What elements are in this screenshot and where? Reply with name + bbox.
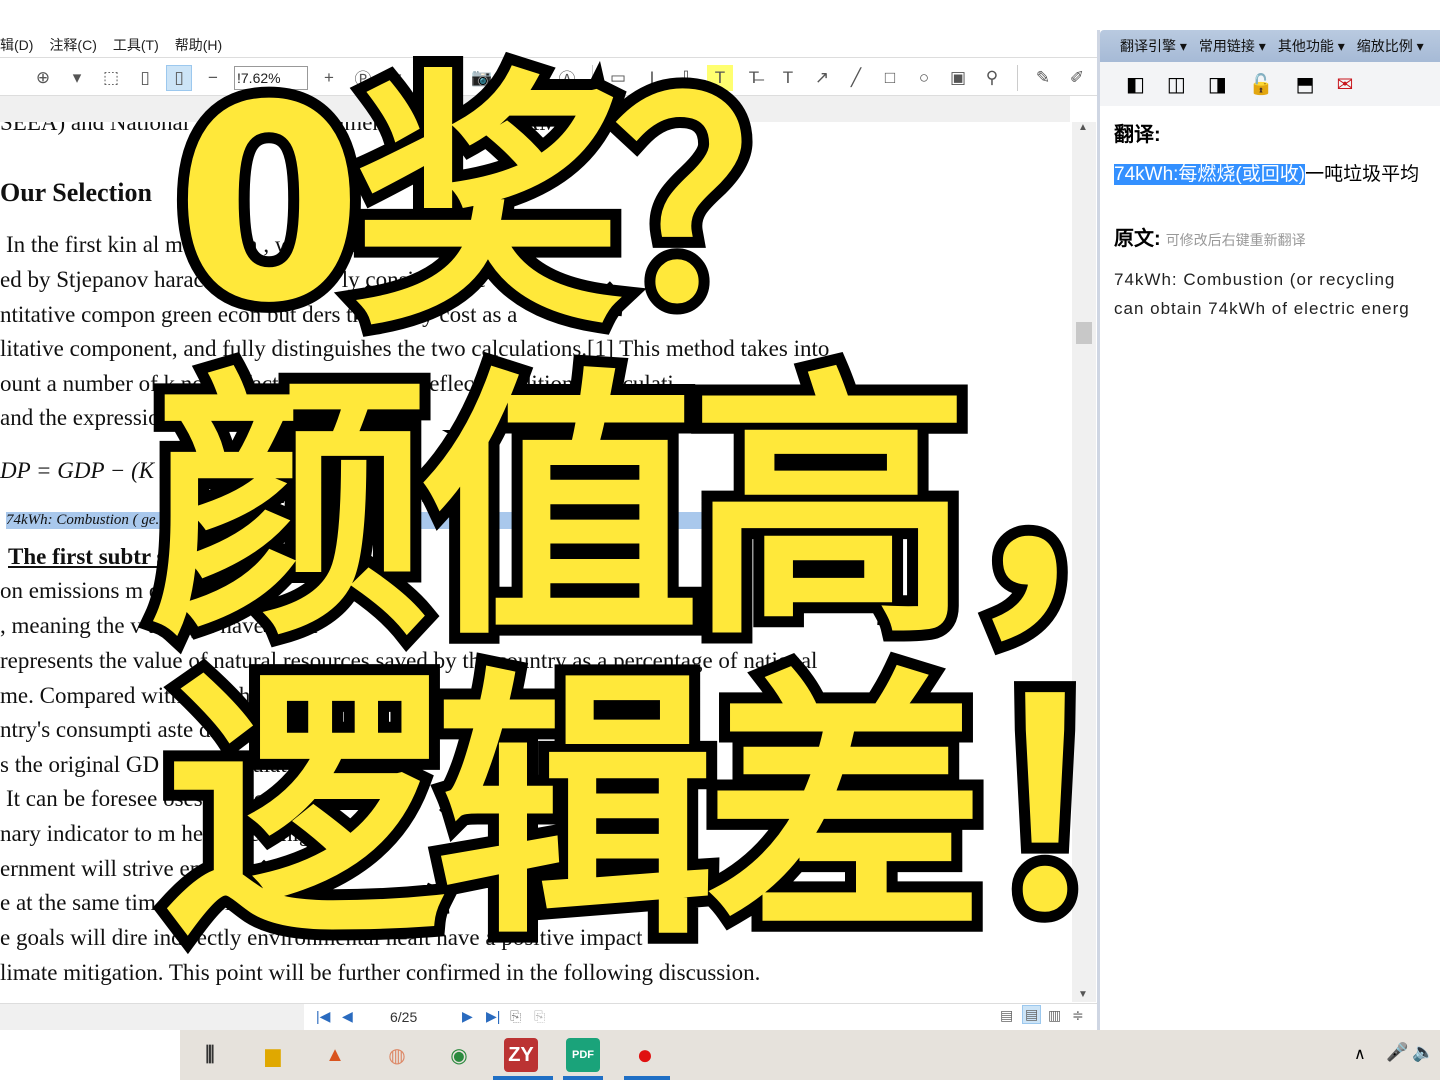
two-page-icon[interactable]: ▥ (1048, 1007, 1061, 1024)
section-heading: Our Selection (0, 178, 152, 207)
split-icon[interactable]: ≑ (1072, 1007, 1084, 1024)
original-label: 原文: (1114, 228, 1161, 250)
task-view-icon[interactable]: ⫼ (193, 1038, 227, 1072)
zy-app-icon[interactable]: ZY (504, 1038, 538, 1072)
translation-label: 翻译: (1114, 124, 1161, 146)
layout-left-icon[interactable]: ◧ (1126, 72, 1145, 97)
single-page-icon[interactable]: ▤ (1000, 1007, 1013, 1024)
menu-other-functions[interactable]: 其他功能 ▾ (1278, 36, 1345, 56)
menu-annotate[interactable]: 注释(C) (49, 35, 96, 55)
menu-edit[interactable]: 辑(D) (0, 35, 33, 55)
app-icon[interactable]: ◍ (380, 1038, 414, 1072)
menu-zoom-ratio[interactable]: 缩放比例 ▾ (1357, 36, 1424, 56)
fit-height-icon[interactable]: ▯ (132, 65, 158, 91)
chrome-icon[interactable]: ◉ (442, 1038, 476, 1072)
back-view-icon[interactable]: ⎘ (510, 1008, 521, 1025)
menu-tools[interactable]: 工具(T) (113, 35, 159, 55)
panel-toolbar: ◧ ◫ ◨ 🔓 ⬒ ✉ (1100, 62, 1440, 106)
fit-page-icon[interactable]: ⬚ (98, 65, 124, 91)
translation-selected-text[interactable]: 74kWh:每燃烧(或回收) (1114, 164, 1306, 185)
edit-icon[interactable]: ✎ (1030, 65, 1056, 91)
microphone-icon[interactable]: 🎤 (1386, 1042, 1408, 1063)
unlock-icon[interactable]: 🔓 (1249, 72, 1274, 97)
mail-icon[interactable]: ✉ (1337, 72, 1354, 97)
page-indicator[interactable]: 6/25 (390, 1009, 417, 1025)
translation-text[interactable]: 一吨垃圾平均 (1305, 164, 1419, 185)
stamp-icon[interactable]: ⚲ (979, 65, 1005, 91)
menu-translate-engine[interactable]: 翻译引擎 ▾ (1120, 36, 1187, 56)
status-bar: |◀ ◀ 6/25 ▶ ▶| ⎘ ⎘ ▤ ▤ ▥ ≑ (0, 1003, 1097, 1030)
prev-page-icon[interactable]: ◀ (342, 1008, 353, 1025)
overlay-title-line1: 0奖？ (164, 47, 894, 362)
volume-icon[interactable]: 🔈 (1412, 1042, 1434, 1063)
continuous-icon[interactable]: ▤ (1022, 1005, 1042, 1024)
matlab-icon[interactable]: ▲ (318, 1038, 352, 1072)
file-explorer-icon[interactable]: ▆ (256, 1038, 290, 1072)
layout-top-icon[interactable]: ⬒ (1296, 72, 1315, 97)
dropdown-icon[interactable]: ▾ (64, 65, 90, 91)
original-line: 74kWh: Combustion (or recycling (1114, 270, 1396, 289)
rectangle-icon[interactable]: □ (877, 65, 903, 91)
original-hint: 可修改后右键重新翻译 (1165, 232, 1306, 248)
ellipse-icon[interactable]: ○ (911, 65, 937, 91)
panel-menu: 翻译引擎 ▾ 常用链接 ▾ 其他功能 ▾ 缩放比例 ▾ (1100, 30, 1440, 62)
taskbar-search-area[interactable] (0, 1030, 180, 1080)
layout-right-icon[interactable]: ◨ (1208, 72, 1227, 97)
pdf-app-icon[interactable]: PDF (566, 1038, 600, 1072)
next-page-icon[interactable]: ▶ (462, 1008, 473, 1025)
tray-chevron-icon[interactable]: ∧ (1354, 1044, 1366, 1064)
menu-common-links[interactable]: 常用链接 ▾ (1199, 36, 1266, 56)
overlay-title-line3: 逻辑差！ (154, 647, 1266, 973)
layout-middle-icon[interactable]: ◫ (1167, 72, 1186, 97)
zoom-in-icon[interactable]: ⊕ (30, 65, 56, 91)
original-line: can obtain 74kWh of electric energ (1114, 299, 1410, 318)
forward-view-icon[interactable]: ⎘ (534, 1008, 545, 1025)
last-page-icon[interactable]: ▶| (486, 1008, 500, 1025)
recorder-icon[interactable]: ● (628, 1038, 662, 1072)
panel-content: 翻译: 74kWh:每燃烧(或回收)一吨垃圾平均 原文: 可修改后右键重新翻译 … (1100, 106, 1440, 333)
taskbar: ⫼ ▆ ▲ ◍ ◉ ZY PDF ● ∧ 🎤 🔈 (0, 1030, 1440, 1080)
scrollbar-thumb[interactable] (1076, 322, 1092, 344)
overlay-title-line2: 颜值高， (139, 347, 1251, 673)
original-text[interactable]: 74kWh: Combustion (or recycling can obta… (1114, 265, 1429, 323)
first-page-icon[interactable]: |◀ (316, 1008, 330, 1025)
image-icon[interactable]: ▣ (945, 65, 971, 91)
form-icon[interactable]: ✐ (1064, 65, 1090, 91)
